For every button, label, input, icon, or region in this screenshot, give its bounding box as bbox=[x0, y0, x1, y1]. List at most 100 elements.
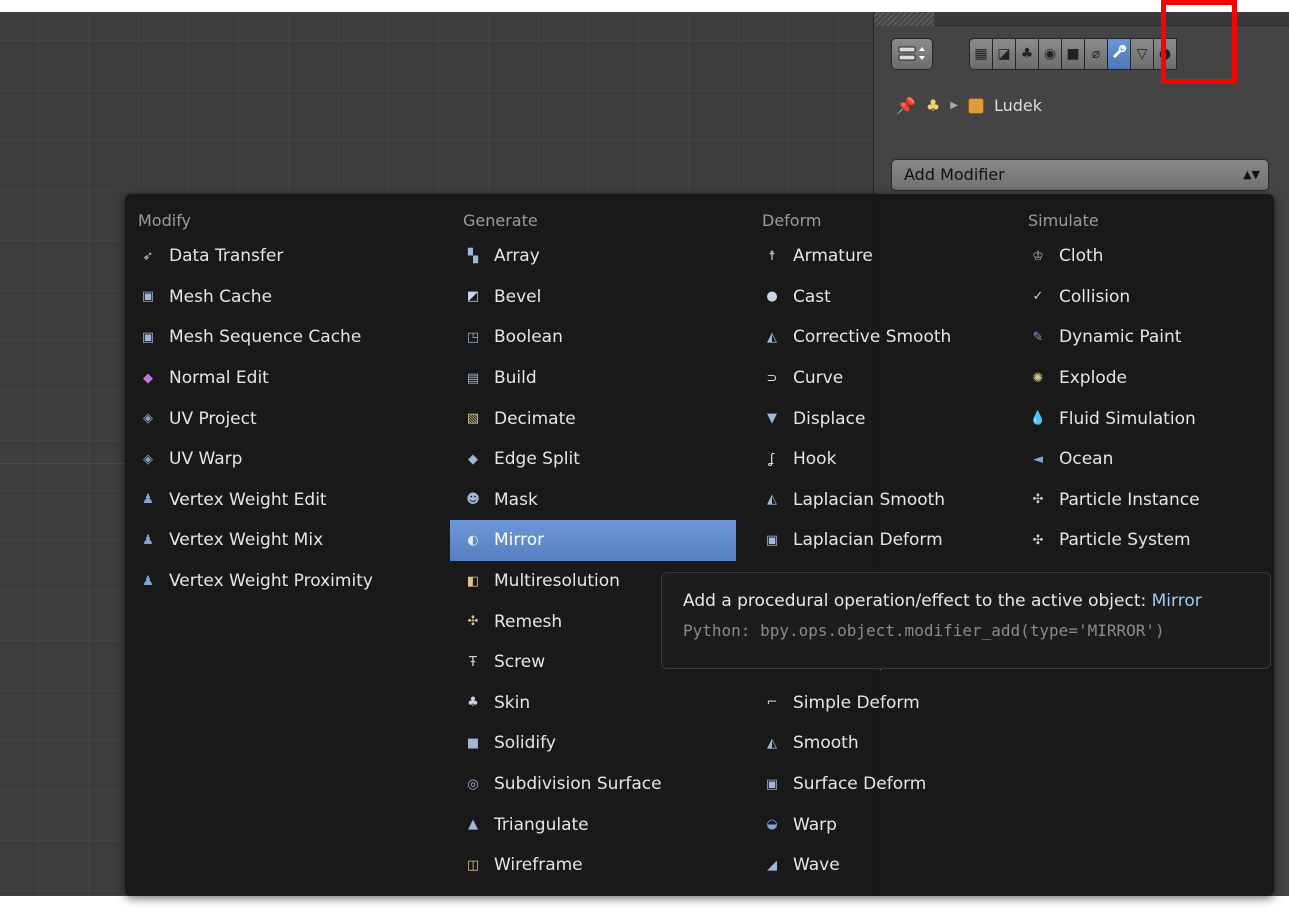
editor-type-icon bbox=[898, 46, 925, 61]
menu-item-mesh-sequence-cache[interactable]: ▣ Mesh Sequence Cache bbox=[125, 317, 425, 358]
properties-tabs: ▦ ◪ ♣ ◉ ■ ⌀ ▽ ● bbox=[969, 38, 1177, 70]
laplacian-smooth-icon: ◭ bbox=[767, 492, 777, 508]
area-split-handle[interactable] bbox=[874, 12, 934, 26]
menu-item-vertex-weight-proximity[interactable]: ♟ Vertex Weight Proximity bbox=[125, 561, 425, 602]
column-heading: Simulate bbox=[1028, 211, 1099, 230]
menu-item-label: Collision bbox=[1059, 286, 1131, 307]
menu-item-label: Corrective Smooth bbox=[793, 327, 952, 348]
menu-item-surface-deform[interactable]: ▣ Surface Deform bbox=[749, 764, 999, 805]
menu-item-collision[interactable]: ✓ Collision bbox=[1015, 277, 1265, 318]
menu-item-build[interactable]: ▤ Build bbox=[450, 358, 736, 399]
displace-icon: ▼ bbox=[767, 411, 777, 427]
editor-type-menu-button[interactable] bbox=[891, 38, 933, 70]
menu-item-label: Cast bbox=[793, 286, 831, 307]
scene-icon: ◪ bbox=[997, 46, 1011, 62]
menu-item-subdivision-surface[interactable]: ◎ Subdivision Surface bbox=[450, 764, 736, 805]
menu-item-vertex-weight-edit[interactable]: ♟ Vertex Weight Edit bbox=[125, 480, 425, 521]
menu-item-skin[interactable]: ♣ Skin bbox=[450, 683, 736, 724]
menu-item-decimate[interactable]: ▧ Decimate bbox=[450, 398, 736, 439]
menu-item-uv-project[interactable]: ◈ UV Project bbox=[125, 398, 425, 439]
menu-item-vertex-weight-mix[interactable]: ♟ Vertex Weight Mix bbox=[125, 520, 425, 561]
menu-item-smooth[interactable]: ◭ Smooth bbox=[749, 723, 999, 764]
add-modifier-menu: Modify ➶ Data Transfer ▣ Mesh Cache ▣ Mesh Seq… bbox=[125, 194, 1274, 896]
menu-item-simple-deform[interactable]: ⌐ Simple Deform bbox=[749, 683, 999, 724]
menu-item-label: Normal Edit bbox=[169, 368, 269, 389]
highlight-box bbox=[1161, 0, 1237, 84]
vertex-weight-mix-icon: ♟ bbox=[142, 532, 154, 548]
menu-item-wave[interactable]: ◢ Wave bbox=[749, 845, 999, 886]
menu-item-label: Solidify bbox=[494, 733, 556, 754]
menu-item-label: Simple Deform bbox=[793, 692, 920, 713]
menu-item-warp[interactable]: ◒ Warp bbox=[749, 804, 999, 845]
menu-item-corrective-smooth[interactable]: ◭ Corrective Smooth bbox=[749, 317, 999, 358]
menu-item-laplacian-smooth[interactable]: ◭ Laplacian Smooth bbox=[749, 480, 999, 521]
menu-item-label: Cloth bbox=[1059, 246, 1104, 267]
menu-item-label: Particle System bbox=[1059, 530, 1191, 551]
menu-item-triangulate[interactable]: ▲ Triangulate bbox=[450, 804, 736, 845]
add-modifier-dropdown[interactable]: Add Modifier ▲▼ bbox=[891, 159, 1269, 191]
menu-item-uv-warp[interactable]: ◈ UV Warp bbox=[125, 439, 425, 480]
tab-scene[interactable]: ◪ bbox=[992, 38, 1016, 70]
menu-item-boolean[interactable]: ◳ Boolean bbox=[450, 317, 736, 358]
menu-column-modify: Modify ➶ Data Transfer ▣ Mesh Cache ▣ Mesh Seq… bbox=[125, 206, 425, 601]
uv-project-icon: ◈ bbox=[143, 411, 153, 427]
menu-item-particle-instance[interactable]: ✣ Particle Instance bbox=[1015, 480, 1265, 521]
tab-world[interactable]: ◉ bbox=[1038, 38, 1062, 70]
menu-item-ocean[interactable]: ◄ Ocean bbox=[1015, 439, 1265, 480]
tab-modifiers-wrench[interactable] bbox=[1107, 38, 1131, 70]
surface-deform-icon: ▣ bbox=[765, 776, 779, 792]
menu-item-curve[interactable]: ⊃ Curve bbox=[749, 358, 999, 399]
menu-item-cast[interactable]: ● Cast bbox=[749, 277, 999, 318]
menu-item-fluid-simulation[interactable]: 💧 Fluid Simulation bbox=[1015, 398, 1265, 439]
menu-item-particle-system[interactable]: ✣ Particle System bbox=[1015, 520, 1265, 561]
menu-item-label: Explode bbox=[1059, 368, 1127, 389]
menu-item-mirror[interactable]: ◐ Mirror bbox=[450, 520, 736, 561]
menu-item-label: Data Transfer bbox=[169, 246, 284, 267]
menu-item-label: Build bbox=[494, 368, 537, 389]
menu-item-array[interactable]: ▚ Array bbox=[450, 236, 736, 277]
menu-item-data-transfer[interactable]: ➶ Data Transfer bbox=[125, 236, 425, 277]
menu-item-label: Boolean bbox=[494, 327, 563, 348]
skin-icon: ♣ bbox=[467, 695, 479, 711]
wave-icon: ◢ bbox=[767, 857, 777, 873]
tab-data[interactable]: ▽ bbox=[1130, 38, 1154, 70]
menu-item-cloth[interactable]: ♔ Cloth bbox=[1015, 236, 1265, 277]
menu-item-label: Mask bbox=[494, 489, 538, 510]
menu-item-label: Skin bbox=[494, 692, 531, 713]
menu-item-label: Hook bbox=[793, 449, 837, 470]
menu-item-label: Mirror bbox=[494, 530, 545, 551]
menu-item-label: UV Warp bbox=[169, 449, 243, 470]
menu-item-dynamic-paint[interactable]: ✎ Dynamic Paint bbox=[1015, 317, 1265, 358]
hook-icon: ʆ bbox=[769, 451, 775, 467]
column-heading: Deform bbox=[762, 211, 822, 230]
menu-item-edge-split[interactable]: ◆ Edge Split bbox=[450, 439, 736, 480]
menu-item-normal-edit[interactable]: ◆ Normal Edit bbox=[125, 358, 425, 399]
menu-item-displace[interactable]: ▼ Displace bbox=[749, 398, 999, 439]
menu-item-label: Laplacian Deform bbox=[793, 530, 943, 551]
menu-item-laplacian-deform[interactable]: ▣ Laplacian Deform bbox=[749, 520, 999, 561]
menu-item-solidify[interactable]: ■ Solidify bbox=[450, 723, 736, 764]
menu-item-hook[interactable]: ʆ Hook bbox=[749, 439, 999, 480]
render-layers-icon: ▦ bbox=[974, 46, 988, 62]
menu-item-mesh-cache[interactable]: ▣ Mesh Cache bbox=[125, 277, 425, 318]
tab-render-layers[interactable]: ▦ bbox=[969, 38, 993, 70]
menu-item-wireframe[interactable]: ◫ Wireframe bbox=[450, 845, 736, 886]
tooltip: Add a procedural operation/effect to the… bbox=[661, 572, 1271, 669]
bevel-icon: ◩ bbox=[466, 289, 480, 305]
tab-scene-data[interactable]: ♣ bbox=[1015, 38, 1039, 70]
decimate-icon: ▧ bbox=[466, 411, 480, 427]
menu-item-label: Vertex Weight Mix bbox=[169, 530, 324, 551]
menu-item-label: Dynamic Paint bbox=[1059, 327, 1182, 348]
cloth-icon: ♔ bbox=[1032, 248, 1044, 264]
menu-column-generate: Generate ▚ Array ◩ Bevel ◳ Boolean ▤ Build ▧ Decim… bbox=[450, 206, 736, 886]
tab-object[interactable]: ■ bbox=[1061, 38, 1085, 70]
tab-constraints[interactable]: ⌀ bbox=[1084, 38, 1108, 70]
menu-item-explode[interactable]: ✺ Explode bbox=[1015, 358, 1265, 399]
ocean-icon: ◄ bbox=[1033, 451, 1043, 467]
menu-item-mask[interactable]: ☻ Mask bbox=[450, 480, 736, 521]
pin-icon[interactable]: 📌 bbox=[896, 96, 916, 115]
column-heading: Generate bbox=[463, 211, 538, 230]
menu-item-bevel[interactable]: ◩ Bevel bbox=[450, 277, 736, 318]
screw-icon: Ŧ bbox=[469, 654, 477, 670]
menu-item-armature[interactable]: ☨ Armature bbox=[749, 236, 999, 277]
